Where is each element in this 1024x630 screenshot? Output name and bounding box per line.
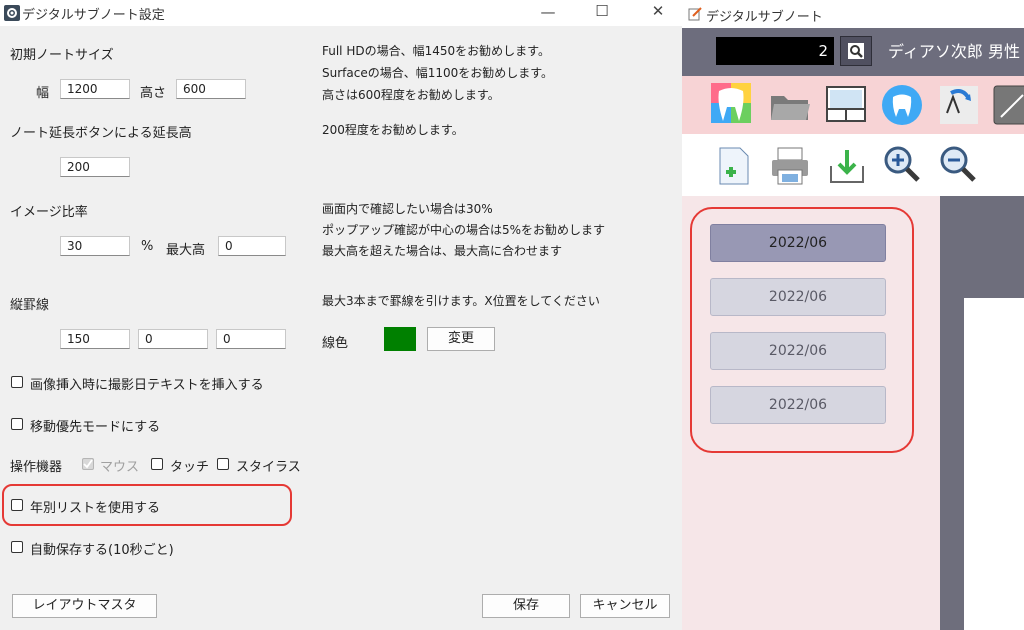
settings-dialog: デジタルサブノート設定 — ☐ ✕ 初期ノートサイズ 幅 1200 高さ 600… [0,0,682,630]
search-button[interactable] [840,36,872,66]
rule-3-input[interactable]: 0 [216,329,286,349]
note-page[interactable] [964,298,1024,630]
check-icon [83,459,93,469]
touch-checkbox[interactable] [151,458,163,470]
rule-1-input[interactable]: 150 [60,329,130,349]
note-size-hint-1: Full HDの場合、幅1450をお勧めします。 [322,44,550,58]
dialog-title: デジタルサブノート設定 [22,8,165,23]
app-window: デジタルサブノート 2 ディアソ次郎 男性 2022/06 2022/06 20… [682,0,1024,630]
image-ratio-heading: イメージ比率 [10,205,88,220]
touch-label: タッチ [170,460,210,475]
change-color-button[interactable]: 変更 [427,327,495,351]
insert-date-checkbox[interactable] [11,376,23,388]
zoom-out-icon[interactable] [936,142,980,186]
extend-heading: ノート延長ボタンによる延長高 [10,126,192,141]
year-button[interactable]: 2022/06 [710,386,886,424]
height-input[interactable]: 600 [176,79,246,99]
image-ratio-hint-2: ポップアップ確認が中心の場合は5%をお勧めします [322,223,606,237]
app-settings-icon [4,5,20,21]
rule-2-input[interactable]: 0 [138,329,208,349]
stylus-checkbox[interactable] [217,458,229,470]
minimize-button[interactable]: — [536,2,560,22]
line-color-label: 線色 [322,336,349,351]
patient-name: ディアソ次郎 男性 [888,42,1020,61]
line-color-swatch [384,327,416,351]
image-ratio-hint-3: 最大高を超えた場合は、最大高に合わせます [322,244,563,258]
autosave-label: 自動保存する(10秒ごと) [30,543,174,558]
app-title: デジタルサブノート [706,10,823,25]
tooth-icon[interactable] [880,83,924,127]
image-ratio-hint-1: 画面内で確認したい場合は30% [322,202,493,216]
stylus-label: スタイラス [236,460,301,475]
mouse-label: マウス [100,460,140,475]
search-icon [848,43,864,59]
yearly-list-checkbox[interactable] [11,499,23,511]
pen-icon[interactable] [991,83,1024,127]
new-page-icon[interactable] [712,144,756,188]
percent-label: % [141,239,154,254]
cancel-button[interactable]: キャンセル [580,594,670,618]
move-priority-label: 移動優先モードにする [30,420,161,435]
mouse-checkbox [82,458,94,470]
year-button[interactable]: 2022/06 [710,332,886,370]
layout-master-button[interactable]: レイアウトマスタ [12,594,157,618]
image-ratio-input[interactable]: 30 [60,236,130,256]
layout-icon[interactable] [824,83,868,127]
year-button[interactable]: 2022/06 [710,278,886,316]
secondary-toolbar [682,134,1024,196]
zoom-in-icon[interactable] [880,142,924,186]
note-size-heading: 初期ノートサイズ [10,48,114,63]
maximize-button[interactable]: ☐ [590,1,614,21]
patient-id-field[interactable]: 2 [716,37,834,65]
move-priority-checkbox[interactable] [11,418,23,430]
note-size-hint-3: 高さは600程度をお勧めします。 [322,88,500,102]
patient-bar: 2 ディアソ次郎 男性 [682,28,1024,76]
max-height-label: 最大高 [166,243,206,258]
close-button[interactable]: ✕ [646,1,670,21]
rules-hint: 最大3本まで罫線を引けます。X位置をしてください [322,294,600,308]
rules-heading: 縦罫線 [10,298,50,313]
folder-icon[interactable] [768,84,812,128]
autosave-checkbox[interactable] [11,541,23,553]
devices-label: 操作機器 [10,460,63,475]
yearly-list-label: 年別リストを使用する [30,501,161,516]
extend-hint: 200程度をお勧めします。 [322,123,464,137]
tooth-logo-icon[interactable] [709,81,753,125]
max-height-input[interactable]: 0 [218,236,286,256]
insert-date-label: 画像挿入時に撮影日テキストを挿入する [30,378,264,393]
year-button[interactable]: 2022/06 [710,224,886,262]
height-label: 高さ [140,86,167,101]
arrow-icon[interactable] [937,83,981,127]
note-size-hint-2: Surfaceの場合、幅1100をお勧めします。 [322,66,554,80]
main-toolbar [682,76,1024,134]
notebook-icon [688,7,702,21]
width-label: 幅 [36,86,50,101]
extend-height-input[interactable]: 200 [60,157,130,177]
dialog-titlebar: デジタルサブノート設定 — ☐ ✕ [0,0,682,26]
print-icon[interactable] [768,144,812,188]
save-button[interactable]: 保存 [482,594,570,618]
width-input[interactable]: 1200 [60,79,130,99]
download-icon[interactable] [825,144,869,188]
app-titlebar: デジタルサブノート [682,0,1024,28]
